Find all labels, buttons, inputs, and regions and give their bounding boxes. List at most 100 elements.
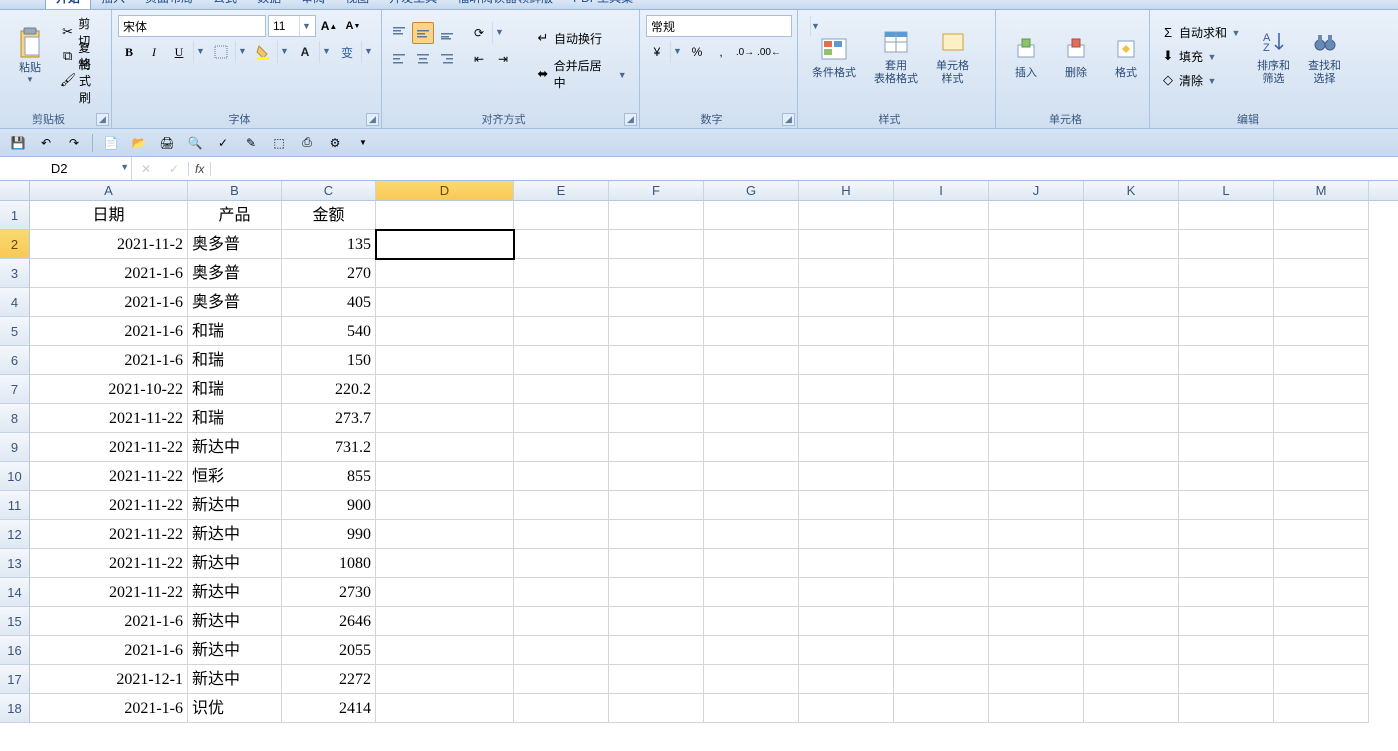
- cell-J9[interactable]: [989, 433, 1084, 462]
- cell-C15[interactable]: 2646: [282, 607, 376, 636]
- cell-L12[interactable]: [1179, 520, 1274, 549]
- cell-A18[interactable]: 2021-1-6: [30, 694, 188, 723]
- cell-L4[interactable]: [1179, 288, 1274, 317]
- cell-L15[interactable]: [1179, 607, 1274, 636]
- chevron-down-icon[interactable]: ▼: [1229, 23, 1243, 41]
- autosum-button[interactable]: Σ自动求和▼: [1156, 21, 1247, 43]
- row-header[interactable]: 5: [0, 317, 30, 346]
- insert-button[interactable]: 插入: [1002, 31, 1050, 82]
- chevron-down-icon[interactable]: ▼: [277, 41, 291, 63]
- row-header[interactable]: 7: [0, 375, 30, 404]
- cell-F5[interactable]: [609, 317, 704, 346]
- cell-K11[interactable]: [1084, 491, 1179, 520]
- cell-G10[interactable]: [704, 462, 799, 491]
- col-header-F[interactable]: F: [609, 181, 704, 200]
- orientation-button[interactable]: ⟳: [468, 22, 490, 44]
- cell-B6[interactable]: 和瑞: [188, 346, 282, 375]
- row-header[interactable]: 3: [0, 259, 30, 288]
- row-header[interactable]: 16: [0, 636, 30, 665]
- col-header-I[interactable]: I: [894, 181, 989, 200]
- cell-C17[interactable]: 2272: [282, 665, 376, 694]
- cell-K14[interactable]: [1084, 578, 1179, 607]
- cell-G1[interactable]: [704, 201, 799, 230]
- decrease-font-button[interactable]: A▼: [342, 15, 364, 37]
- cell-H17[interactable]: [799, 665, 894, 694]
- cell-F18[interactable]: [609, 694, 704, 723]
- col-header-B[interactable]: B: [188, 181, 282, 200]
- qat-btn-2[interactable]: ✎: [241, 133, 261, 153]
- align-right-button[interactable]: [436, 48, 458, 70]
- tab-福昕阅读器领鲜版[interactable]: 福昕阅读器领鲜版: [447, 0, 563, 9]
- qat-btn-4[interactable]: ⎙: [297, 133, 317, 153]
- conditional-format-button[interactable]: 条件格式: [804, 31, 864, 82]
- cell-C1[interactable]: 金额: [282, 201, 376, 230]
- format-button[interactable]: 格式: [1102, 31, 1150, 82]
- cell-A4[interactable]: 2021-1-6: [30, 288, 188, 317]
- cell-J17[interactable]: [989, 665, 1084, 694]
- cell-I12[interactable]: [894, 520, 989, 549]
- cell-C12[interactable]: 990: [282, 520, 376, 549]
- cell-K1[interactable]: [1084, 201, 1179, 230]
- cell-G13[interactable]: [704, 549, 799, 578]
- decrease-decimal-button[interactable]: .00←: [758, 41, 780, 63]
- cell-J15[interactable]: [989, 607, 1084, 636]
- cell-J6[interactable]: [989, 346, 1084, 375]
- underline-button[interactable]: U: [168, 41, 190, 63]
- cell-B9[interactable]: 新达中: [188, 433, 282, 462]
- cell-G11[interactable]: [704, 491, 799, 520]
- cell-M1[interactable]: [1274, 201, 1369, 230]
- cell-G7[interactable]: [704, 375, 799, 404]
- cell-H18[interactable]: [799, 694, 894, 723]
- cell-F15[interactable]: [609, 607, 704, 636]
- font-family-select[interactable]: ▼: [118, 15, 266, 37]
- tab-开始[interactable]: 开始: [45, 0, 91, 9]
- cell-C10[interactable]: 855: [282, 462, 376, 491]
- col-header-L[interactable]: L: [1179, 181, 1274, 200]
- italic-button[interactable]: I: [143, 41, 165, 63]
- chevron-down-icon[interactable]: ▼: [492, 22, 506, 44]
- cell-C2[interactable]: 135: [282, 230, 376, 259]
- cell-I10[interactable]: [894, 462, 989, 491]
- col-header-D[interactable]: D: [376, 181, 514, 200]
- cell-K6[interactable]: [1084, 346, 1179, 375]
- cell-H1[interactable]: [799, 201, 894, 230]
- qat-btn-1[interactable]: ✓: [213, 133, 233, 153]
- tab-公式[interactable]: 公式: [203, 0, 247, 9]
- cell-I4[interactable]: [894, 288, 989, 317]
- select-all-corner[interactable]: [0, 181, 30, 201]
- percent-button[interactable]: %: [686, 41, 708, 63]
- col-header-E[interactable]: E: [514, 181, 609, 200]
- align-left-button[interactable]: [388, 48, 410, 70]
- col-header-M[interactable]: M: [1274, 181, 1369, 200]
- cell-L7[interactable]: [1179, 375, 1274, 404]
- cell-M3[interactable]: [1274, 259, 1369, 288]
- cell-E8[interactable]: [514, 404, 609, 433]
- cell-K13[interactable]: [1084, 549, 1179, 578]
- cell-D11[interactable]: [376, 491, 514, 520]
- cell-J13[interactable]: [989, 549, 1084, 578]
- cell-L3[interactable]: [1179, 259, 1274, 288]
- cell-C14[interactable]: 2730: [282, 578, 376, 607]
- cell-I2[interactable]: [894, 230, 989, 259]
- cell-L10[interactable]: [1179, 462, 1274, 491]
- row-header[interactable]: 12: [0, 520, 30, 549]
- cell-B2[interactable]: 奥多普: [188, 230, 282, 259]
- cell-G3[interactable]: [704, 259, 799, 288]
- phonetic-button[interactable]: 变: [336, 41, 358, 63]
- print-button[interactable]: 🖨: [157, 133, 177, 153]
- cell-J18[interactable]: [989, 694, 1084, 723]
- cell-F10[interactable]: [609, 462, 704, 491]
- cell-A6[interactable]: 2021-1-6: [30, 346, 188, 375]
- preview-button[interactable]: 🔍: [185, 133, 205, 153]
- cell-A15[interactable]: 2021-1-6: [30, 607, 188, 636]
- cell-H7[interactable]: [799, 375, 894, 404]
- cell-D12[interactable]: [376, 520, 514, 549]
- cell-J7[interactable]: [989, 375, 1084, 404]
- cell-L8[interactable]: [1179, 404, 1274, 433]
- cell-M15[interactable]: [1274, 607, 1369, 636]
- cell-H11[interactable]: [799, 491, 894, 520]
- cell-F12[interactable]: [609, 520, 704, 549]
- cell-B8[interactable]: 和瑞: [188, 404, 282, 433]
- col-header-H[interactable]: H: [799, 181, 894, 200]
- increase-decimal-button[interactable]: .0→: [734, 41, 756, 63]
